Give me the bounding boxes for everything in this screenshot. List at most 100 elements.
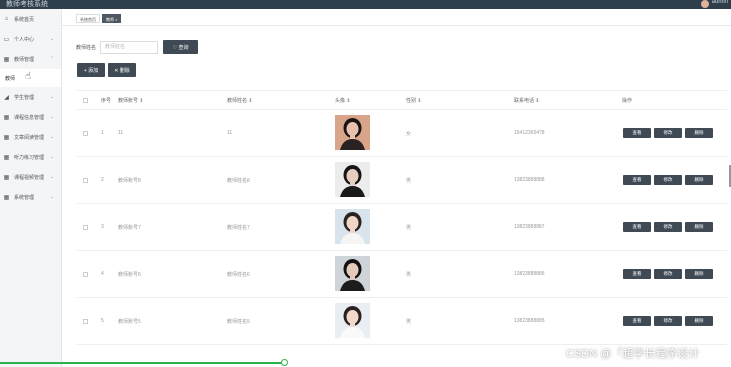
view-button[interactable]: 查看 [623, 269, 651, 279]
sidebar-item-system[interactable]: ▦ 系统管理 ⌄ [0, 187, 61, 207]
chevron-down-icon: ⌄ [49, 174, 54, 180]
row-actions: 查看 修改 删除 [623, 222, 713, 232]
row-actions: 查看 修改 删除 [623, 269, 713, 279]
table-body: 1 11 11 女 15412365478 查看 修改 删除 2 教师账号8 教师姓名8 男 13823… [77, 110, 727, 345]
add-button[interactable]: + 添加 [77, 63, 105, 77]
sidebar-item-students[interactable]: ◢ 学生管理 ⌄ [0, 87, 61, 107]
table-row: 2 教师账号8 教师姓名8 男 13823888888 查看 修改 删除 [77, 157, 727, 204]
view-button[interactable]: 查看 [623, 175, 651, 185]
main-content: 系统首页 教师 × 教师姓名 教师姓名 ♡ 查询 + 添加 ✕ 删除 序号 教师… [62, 9, 731, 367]
row-checkbox[interactable] [83, 131, 88, 136]
grid-icon: ▦ [3, 174, 10, 181]
username[interactable]: admin [712, 0, 728, 5]
edit-button[interactable]: 修改 [654, 222, 682, 232]
table-header: 序号 教师账号 ⇕ 教师姓名 ⇕ 头像 ⇕ 性别 ⇕ 联系电话 ⇕ 操作 [77, 90, 727, 110]
sidebar-item-label: 系统首页 [14, 16, 35, 23]
sidebar-item-profile[interactable]: ▭ 个人中心 ⌄ [0, 29, 61, 49]
sidebar-item-label: 课程视频管理 [14, 174, 45, 181]
sidebar: ⌂ 系统首页 ▭ 个人中心 ⌄ ▦ 教师管理 ⌃ 教师 ☝ ◢ 学生管理 ⌄ ▦… [0, 9, 62, 367]
sidebar-item-listening[interactable]: ▦ 听力练习管理 ⌄ [0, 147, 61, 167]
sidebar-item-label: 系统管理 [14, 194, 35, 201]
header-phone[interactable]: 联系电话 ⇕ [514, 97, 540, 104]
edit-button[interactable]: 修改 [654, 128, 682, 138]
select-all-checkbox[interactable] [83, 98, 88, 103]
teacher-table: 序号 教师账号 ⇕ 教师姓名 ⇕ 头像 ⇕ 性别 ⇕ 联系电话 ⇕ 操作 1 11… [77, 90, 727, 345]
cell-phone: 13823888886 [514, 271, 545, 277]
edit-button[interactable]: 修改 [654, 269, 682, 279]
cell-index: 2 [101, 177, 104, 183]
cell-name: 教师姓名8 [227, 178, 250, 184]
cell-teacher-no: 教师账号8 [118, 178, 141, 184]
row-actions: 查看 修改 删除 [623, 316, 713, 326]
table-row: 3 教师账号7 教师姓名7 男 13823888887 查看 修改 删除 [77, 204, 727, 251]
hand-cursor-icon: ☝ [25, 71, 32, 82]
search-input[interactable]: 教师姓名 [100, 40, 159, 54]
edit-button[interactable]: 修改 [654, 175, 682, 185]
cell-phone: 13823888887 [514, 224, 545, 230]
sidebar-item-label: 听力练习管理 [14, 154, 45, 161]
cell-name: 教师姓名5 [227, 319, 250, 325]
sidebar-item-home[interactable]: ⌂ 系统首页 [0, 9, 61, 29]
teacher-photo[interactable] [335, 115, 370, 150]
sidebar-item-videos[interactable]: ▦ 课程视频管理 ⌄ [0, 167, 61, 187]
progress-knob[interactable] [281, 359, 288, 366]
cell-gender: 男 [406, 178, 412, 184]
cell-phone: 15412365478 [514, 130, 545, 136]
delete-button[interactable]: ✕ 删除 [108, 63, 136, 77]
grid-icon: ▦ [3, 194, 10, 201]
cell-phone: 13823888888 [514, 177, 545, 183]
cell-gender: 男 [406, 225, 412, 231]
watermark: CSDN @「超学长程序设计 [566, 348, 700, 360]
delete-row-button[interactable]: 删除 [685, 128, 713, 138]
tab-home[interactable]: 系统首页 [76, 14, 100, 23]
cell-index: 1 [101, 130, 104, 136]
cell-index: 5 [101, 318, 104, 324]
row-checkbox[interactable] [83, 225, 88, 230]
delete-row-button[interactable]: 删除 [685, 175, 713, 185]
cell-index: 4 [101, 271, 104, 277]
sidebar-subitem-teacher[interactable]: 教师 ☝ [0, 69, 61, 87]
grid-icon: ▦ [3, 114, 10, 121]
table-row: 4 教师账号6 教师姓名6 男 13823888886 查看 修改 删除 [77, 251, 727, 298]
view-button[interactable]: 查看 [623, 222, 651, 232]
delete-row-button[interactable]: 删除 [685, 222, 713, 232]
delete-row-button[interactable]: 删除 [685, 269, 713, 279]
header-avatar[interactable]: 头像 ⇕ [335, 97, 351, 104]
view-button[interactable]: 查看 [623, 128, 651, 138]
cell-gender: 男 [406, 272, 412, 278]
header-ops: 操作 [622, 98, 633, 104]
sidebar-item-courses[interactable]: ▦ 课程信息管理 ⌄ [0, 107, 61, 127]
cell-teacher-no: 11 [118, 130, 124, 136]
header-teacher-no[interactable]: 教师账号 ⇕ [118, 97, 144, 104]
sidebar-item-label: 个人中心 [14, 36, 35, 43]
teacher-photo[interactable] [335, 209, 370, 244]
tab-teacher[interactable]: 教师 × [102, 14, 122, 23]
row-actions: 查看 修改 删除 [623, 128, 713, 138]
row-checkbox[interactable] [83, 272, 88, 277]
sidebar-item-articles[interactable]: ▦ 文章阅读管理 ⌄ [0, 127, 61, 147]
sidebar-item-label: 文章阅读管理 [14, 134, 45, 141]
top-bar: 教师考核系统 admin [0, 0, 731, 9]
teacher-photo[interactable] [335, 303, 370, 338]
home-icon: ⌂ [4, 16, 9, 22]
cell-name: 11 [227, 130, 233, 136]
cell-index: 3 [101, 224, 104, 230]
row-checkbox[interactable] [83, 178, 88, 183]
view-button[interactable]: 查看 [623, 316, 651, 326]
edit-button[interactable]: 修改 [654, 316, 682, 326]
delete-row-button[interactable]: 删除 [685, 316, 713, 326]
cell-gender: 女 [406, 131, 412, 137]
row-actions: 查看 修改 删除 [623, 175, 713, 185]
teacher-photo[interactable] [335, 162, 370, 197]
row-checkbox[interactable] [83, 319, 88, 324]
search-button[interactable]: ♡ 查询 [163, 40, 199, 54]
header-gender[interactable]: 性别 ⇕ [406, 97, 422, 104]
sidebar-item-label: 学生管理 [14, 94, 35, 101]
avatar[interactable] [701, 0, 709, 8]
search-bar: 教师姓名 教师姓名 ♡ 查询 [76, 40, 199, 54]
sidebar-item-teachers[interactable]: ▦ 教师管理 ⌃ [0, 49, 61, 69]
chevron-down-icon: ⌄ [49, 36, 54, 42]
teacher-photo[interactable] [335, 256, 370, 291]
header-name[interactable]: 教师姓名 ⇕ [227, 97, 253, 104]
cell-teacher-no: 教师账号7 [118, 225, 141, 231]
